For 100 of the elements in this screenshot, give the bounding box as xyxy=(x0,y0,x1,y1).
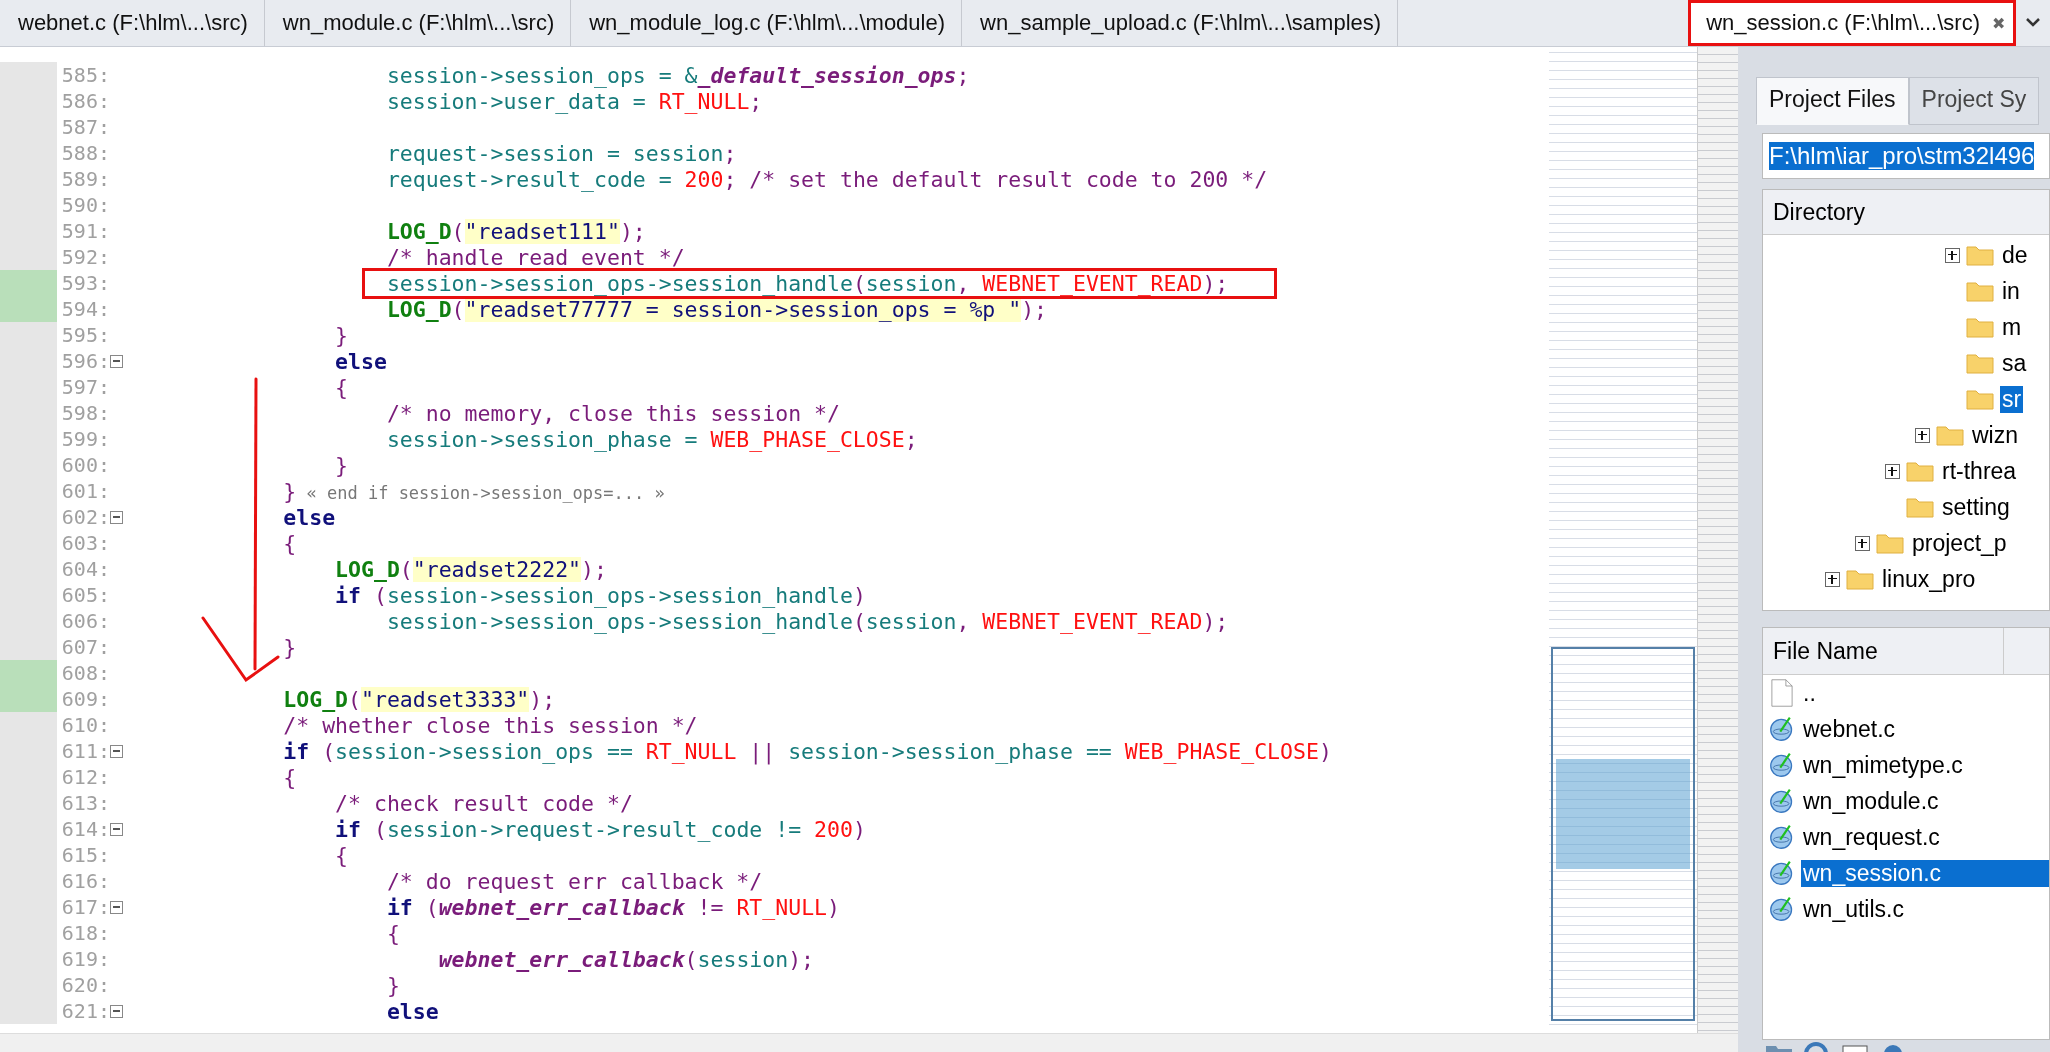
code-punctuation: ( xyxy=(321,738,336,764)
folder-name[interactable]: setting xyxy=(1940,493,2012,521)
code-punctuation: } xyxy=(385,972,400,998)
source-file-icon xyxy=(1769,751,1795,779)
code-comment: /* set the default result code to 200 */ xyxy=(749,166,1268,192)
code-constant: RT_NULL xyxy=(736,894,827,920)
line-number: 615: xyxy=(60,843,110,867)
folder-name[interactable]: project_p xyxy=(1910,529,2009,557)
file-name[interactable]: wn_utils.c xyxy=(1801,895,2049,923)
folder-name[interactable]: sa xyxy=(2000,349,2029,377)
line-number: 609: xyxy=(60,687,110,711)
collapse-icon[interactable] xyxy=(110,1004,123,1018)
code-macro: LOG_D xyxy=(282,686,349,712)
code-punctuation: { xyxy=(334,842,349,868)
code-punctuation: ; xyxy=(904,426,918,452)
panel-tab[interactable]: Project Sy xyxy=(1908,77,2040,125)
file-tab[interactable]: wn_session.c (F:\hlm\...\src) ✖ xyxy=(1688,0,2016,46)
code-punctuation: , xyxy=(956,270,971,296)
code-comment: /* handle read event */ xyxy=(385,244,685,270)
path-field[interactable]: F:\hlm\iar_pro\stm32l496 xyxy=(1762,133,2050,179)
code-keyword: else xyxy=(385,998,439,1024)
folder-name[interactable]: linux_pro xyxy=(1880,565,1978,593)
code-punctuation: ( xyxy=(348,686,361,712)
folder-icon xyxy=(1966,316,1994,338)
code-identifier: session->request->result_code != xyxy=(386,816,803,842)
line-number: 607: xyxy=(60,635,110,659)
collapse-icon[interactable] xyxy=(110,822,123,836)
folder-icon xyxy=(1846,568,1874,590)
folder-icon xyxy=(1906,460,1934,482)
expand-icon[interactable] xyxy=(1885,463,1900,479)
expand-icon[interactable] xyxy=(1855,535,1870,551)
line-number: 613: xyxy=(60,791,110,815)
file-name[interactable]: wn_module.c xyxy=(1801,787,2049,815)
code-identifier: session->session_ops->session_handle xyxy=(385,608,853,634)
code-punctuation: ); xyxy=(619,218,646,244)
code-punctuation: ; xyxy=(723,166,738,192)
line-number: 600: xyxy=(60,453,110,477)
file-name[interactable]: wn_request.c xyxy=(1801,823,2049,851)
code-constant: RT_NULL xyxy=(645,738,737,764)
code-macro: LOG_D xyxy=(385,296,452,322)
line-number: 601: xyxy=(60,479,110,503)
source-file-icon xyxy=(1769,895,1795,923)
code-string: "readset111" xyxy=(464,218,620,244)
code-identifier: session->user_data = xyxy=(385,88,647,114)
folder-icon xyxy=(1876,532,1904,554)
panel-tab[interactable]: Project Files xyxy=(1756,77,1909,125)
code-identifier: session->session_ops = & xyxy=(385,62,698,88)
folder-icon xyxy=(1966,388,1994,410)
code-identifier: session->session_ops->session_handle xyxy=(385,270,853,296)
folder-icon xyxy=(1906,496,1934,518)
line-number: 614: xyxy=(60,817,110,841)
line-number: 590: xyxy=(60,193,110,217)
folder-name[interactable]: rt-threa xyxy=(1940,457,2019,485)
expand-icon[interactable] xyxy=(1915,427,1930,443)
code-keyword: if xyxy=(385,894,413,920)
folder-name[interactable]: sr xyxy=(2000,385,2024,413)
file-name[interactable]: wn_mimetype.c xyxy=(1801,751,2049,779)
code-keyword: else xyxy=(334,348,387,374)
file-name[interactable]: webnet.c xyxy=(1801,715,2049,743)
collapse-icon[interactable] xyxy=(110,354,123,368)
code-punctuation: { xyxy=(282,764,297,790)
folder-icon xyxy=(1966,244,1994,266)
line-number: 594: xyxy=(60,297,110,321)
code-identifier: session->session_phase = xyxy=(385,426,699,452)
file-name[interactable]: .. xyxy=(1801,679,2049,707)
code-identifier: session xyxy=(865,608,957,634)
code-punctuation: ) xyxy=(1318,738,1332,764)
code-comment: /* whether close this session */ xyxy=(282,712,698,738)
folder-name[interactable]: in xyxy=(2000,277,2022,305)
line-number: 597: xyxy=(60,375,110,399)
code-keyword: if xyxy=(334,816,361,842)
document-icon xyxy=(1769,679,1795,707)
expand-icon[interactable] xyxy=(1945,247,1960,263)
file-name[interactable]: wn_session.c xyxy=(1801,859,2049,887)
code-constant: 200 xyxy=(684,166,724,192)
collapse-icon[interactable] xyxy=(110,510,123,524)
folder-name[interactable]: wizn xyxy=(1970,421,2020,449)
line-number: 618: xyxy=(60,921,110,945)
code-identifier: request->result_code = xyxy=(385,166,673,192)
code-punctuation: ); xyxy=(1202,608,1229,634)
folder-name[interactable]: m xyxy=(2000,313,2024,341)
horizontal-scrollbar[interactable] xyxy=(0,1033,1738,1052)
folder-name[interactable]: de xyxy=(2000,241,2030,269)
code-punctuation: ( xyxy=(424,894,439,920)
code-comment: /* do request err callback */ xyxy=(385,868,763,894)
code-punctuation: ) xyxy=(852,582,866,608)
expand-icon[interactable] xyxy=(1825,571,1840,587)
code-identifier: session xyxy=(697,946,789,972)
code-constant: WEBNET_EVENT_READ xyxy=(982,270,1203,296)
line-number: 599: xyxy=(60,427,110,451)
minimap-viewport[interactable] xyxy=(1551,647,1695,1021)
close-icon[interactable]: ✖ xyxy=(1992,13,2005,33)
code-constant: RT_NULL xyxy=(658,88,750,114)
code-punctuation: , xyxy=(956,608,971,634)
collapse-icon[interactable] xyxy=(110,900,123,914)
line-number: 610: xyxy=(60,713,110,737)
collapse-icon[interactable] xyxy=(110,744,123,758)
line-number: 591: xyxy=(60,219,110,243)
code-identifier: session->session_ops->session_handle xyxy=(386,582,853,608)
code-identifier: session xyxy=(865,270,957,296)
